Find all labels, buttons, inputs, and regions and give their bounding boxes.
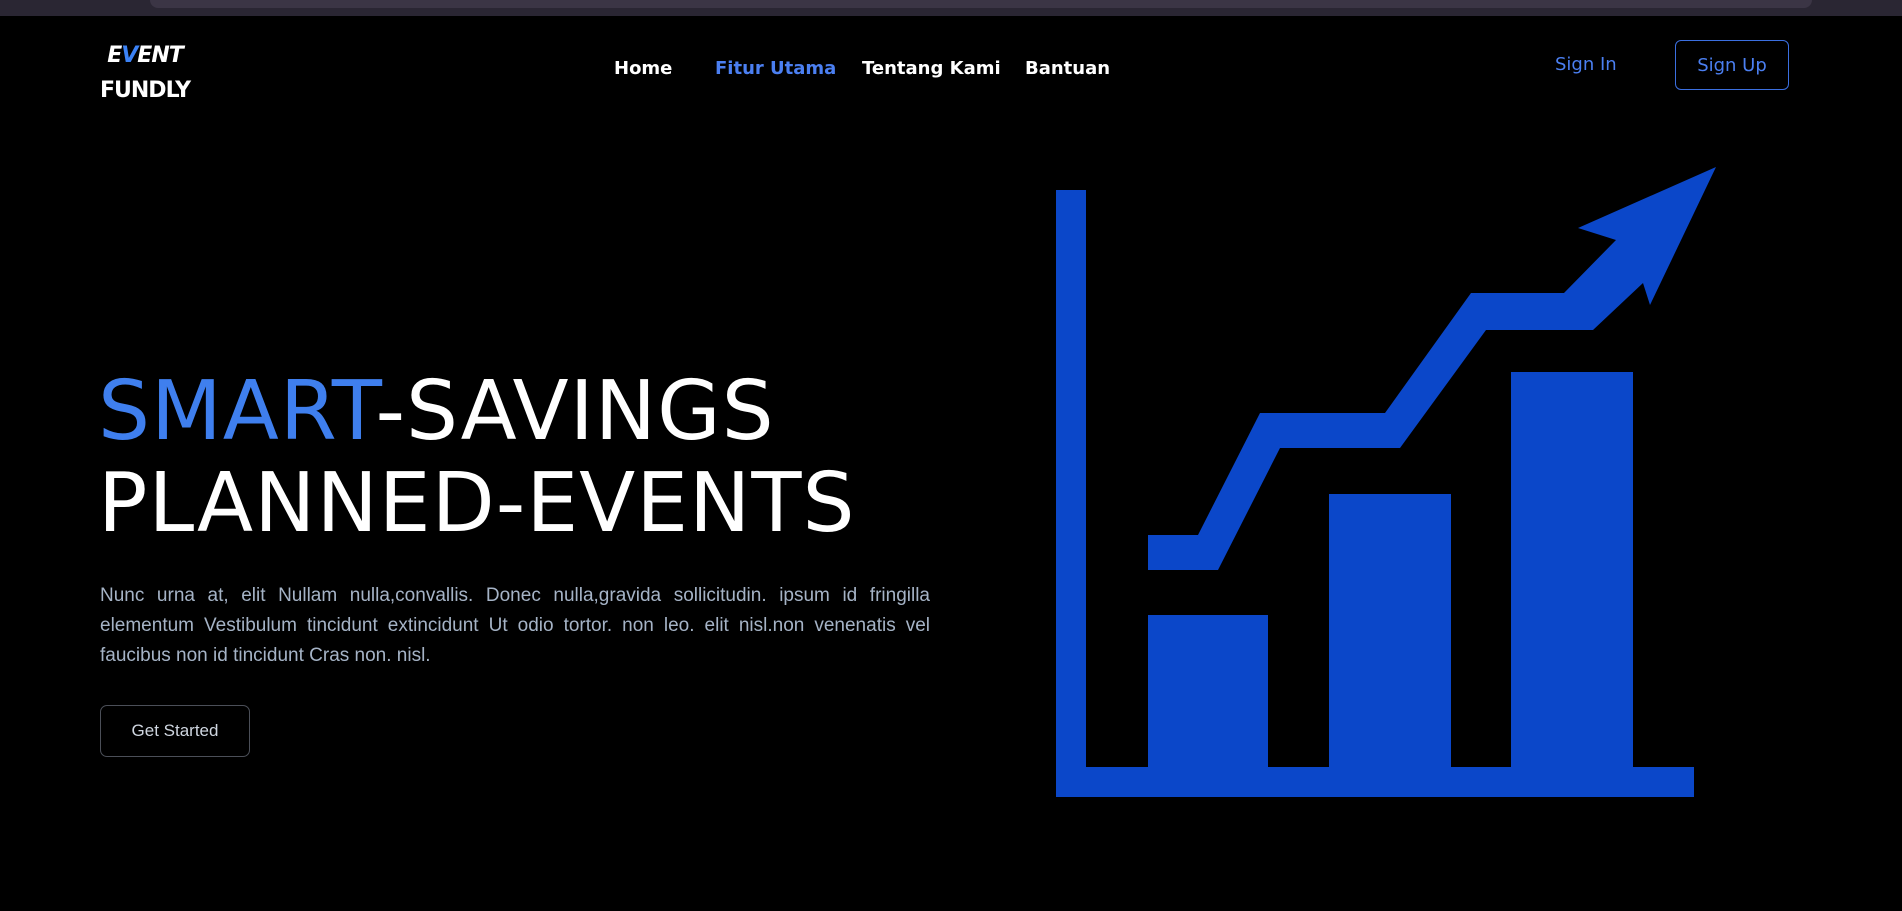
- growth-chart-icon: [1056, 167, 1716, 797]
- hero-title-line2: PLANNED-EVENTS: [98, 456, 856, 551]
- browser-address-bar: [150, 0, 1812, 8]
- logo-letters-ent: ENT: [137, 43, 183, 68]
- hero-title-accent: SMART: [98, 364, 376, 459]
- logo-line-1: EVENT: [100, 38, 190, 73]
- logo-letter-e: E: [107, 43, 122, 68]
- brand-logo[interactable]: EVENT FUNDLY: [100, 38, 191, 108]
- sign-in-link[interactable]: Sign In: [1555, 54, 1617, 75]
- bar-2: [1329, 494, 1451, 767]
- logo-line-2: FUNDLY: [100, 78, 191, 103]
- browser-top-strip: [0, 0, 1902, 16]
- chart-y-axis: [1056, 190, 1086, 797]
- hero-description: Nunc urna at, elit Nullam nulla,convalli…: [100, 585, 930, 666]
- bar-1: [1148, 615, 1268, 767]
- get-started-button[interactable]: Get Started: [100, 705, 250, 757]
- nav-item-bantuan[interactable]: Bantuan: [1025, 58, 1110, 79]
- hero-title: SMART-SAVINGS PLANNED-EVENTS: [98, 366, 856, 550]
- logo-letter-v: V: [121, 43, 138, 68]
- bar-3: [1511, 372, 1633, 767]
- hero-title-line1-rest: -SAVINGS: [375, 364, 775, 459]
- chart-x-axis: [1056, 767, 1694, 797]
- nav-item-home[interactable]: Home: [614, 58, 672, 79]
- nav-item-tentang-kami[interactable]: Tentang Kami: [862, 58, 1001, 79]
- landing-page: EVENT FUNDLY Home Fitur Utama Tentang Ka…: [0, 0, 1902, 911]
- nav-item-fitur-utama[interactable]: Fitur Utama: [715, 58, 836, 79]
- sign-up-button[interactable]: Sign Up: [1675, 40, 1789, 90]
